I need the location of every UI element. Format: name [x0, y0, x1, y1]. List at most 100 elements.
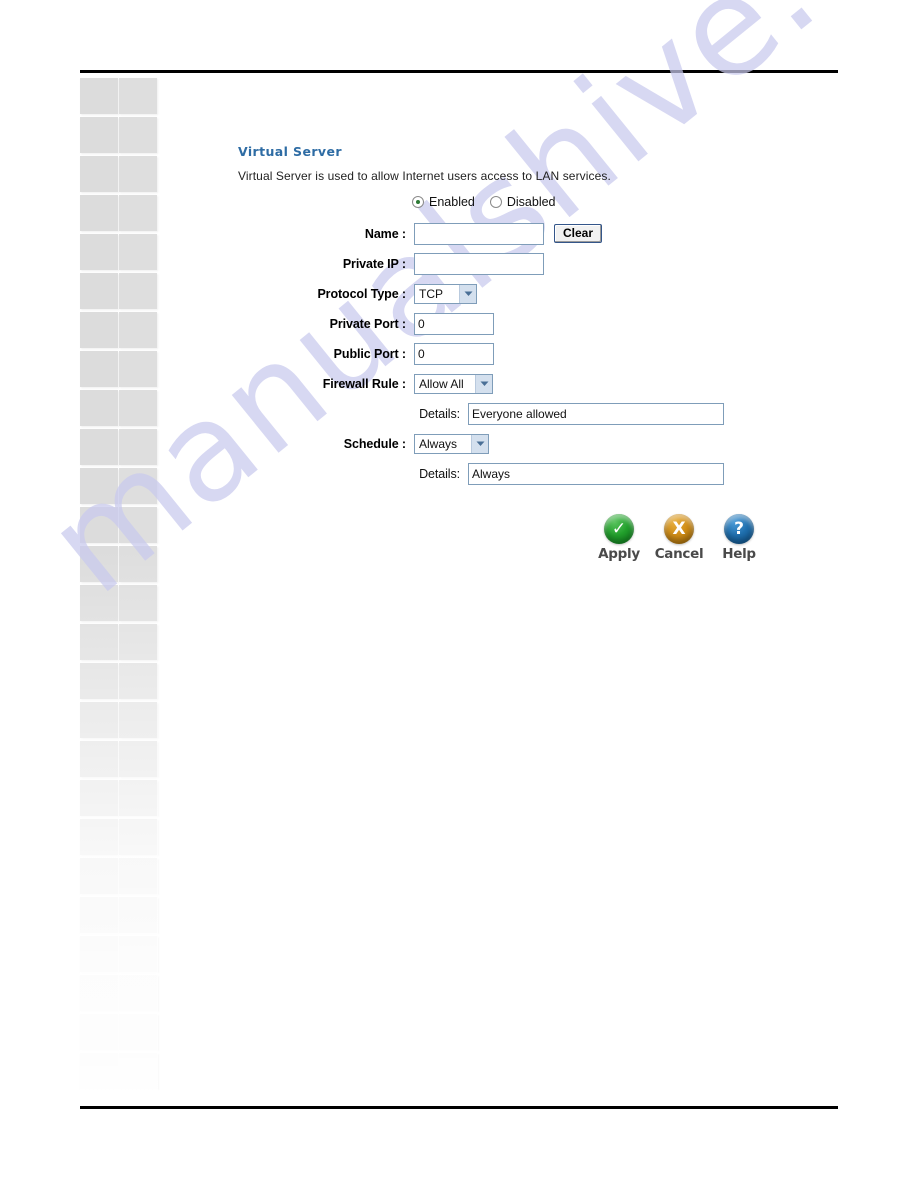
panel-description: Virtual Server is used to allow Internet…	[238, 169, 611, 183]
thumbnail-placeholder	[80, 546, 118, 582]
apply-button[interactable]: ✓ Apply	[596, 514, 642, 562]
firewall-rule-value: Allow All	[419, 376, 464, 391]
thumbnail-row	[80, 585, 158, 624]
name-label: Name :	[364, 226, 406, 241]
public-port-label: Public Port :	[333, 346, 406, 361]
chevron-down-icon	[459, 284, 476, 303]
schedule-label: Schedule :	[343, 436, 406, 451]
thumbnail-placeholder	[119, 468, 157, 504]
page-canvas: manualshive.com Virtual Server Virtual S…	[0, 0, 918, 1188]
thumbnail-placeholder	[119, 897, 157, 933]
radio-enabled-label: Enabled	[429, 195, 475, 209]
thumbnail-row	[80, 156, 158, 195]
apply-button-label: Apply	[598, 546, 640, 562]
thumbnail-placeholder	[119, 351, 157, 387]
chevron-down-icon	[475, 374, 492, 393]
firewall-details-input[interactable]	[468, 402, 724, 425]
row-firewall-details: Details:	[238, 399, 858, 428]
thumbnail-placeholder	[119, 702, 157, 738]
thumbnail-placeholder	[119, 780, 157, 816]
row-name: Name : Clear	[238, 219, 858, 248]
thumbnail-rows	[80, 78, 158, 1092]
help-button[interactable]: ? Help	[716, 514, 762, 562]
row-private-ip: Private IP :	[238, 249, 858, 278]
help-button-label: Help	[722, 546, 756, 562]
thumbnail-placeholder	[80, 468, 118, 504]
thumbnail-placeholder	[80, 78, 118, 114]
public-port-input[interactable]	[414, 342, 494, 365]
thumbnail-placeholder	[80, 858, 118, 894]
thumbnail-placeholder	[80, 975, 118, 1011]
private-ip-input[interactable]	[414, 252, 544, 275]
thumbnail-placeholder	[80, 663, 118, 699]
thumbnail-row	[80, 234, 158, 273]
radio-disabled-label: Disabled	[506, 195, 556, 209]
thumbnail-placeholder	[119, 936, 157, 972]
row-schedule: Schedule : Always	[238, 429, 858, 458]
firewall-rule-select[interactable]: Allow All	[414, 373, 493, 394]
clear-button[interactable]: Clear	[554, 224, 603, 243]
cancel-button[interactable]: X Cancel	[654, 514, 704, 562]
thumbnail-placeholder	[80, 936, 118, 972]
thumbnail-placeholder	[119, 78, 157, 114]
thumbnail-placeholder	[119, 546, 157, 582]
thumbnail-placeholder	[80, 897, 118, 933]
schedule-value: Always	[419, 436, 458, 451]
thumbnail-row	[80, 390, 158, 429]
check-circle-icon: ✓	[604, 514, 634, 544]
thumbnail-row	[80, 624, 158, 663]
thumbnail-row	[80, 741, 158, 780]
thumbnail-placeholder	[119, 312, 157, 348]
thumbnail-placeholder	[119, 624, 157, 660]
thumbnail-row	[80, 858, 158, 897]
thumbnail-placeholder	[119, 1014, 157, 1050]
protocol-type-select[interactable]: TCP	[414, 283, 477, 304]
enable-radio-group: Enabled Disabled	[412, 195, 858, 209]
thumbnail-placeholder	[80, 156, 118, 192]
thumbnail-placeholder	[119, 1053, 157, 1089]
header-rule	[80, 70, 838, 73]
radio-disabled-dot	[489, 196, 502, 208]
thumbnail-placeholder	[80, 429, 118, 465]
radio-disabled[interactable]: Disabled	[489, 195, 556, 209]
thumbnail-row	[80, 78, 158, 117]
thumbnail-row	[80, 780, 158, 819]
footer-rule	[80, 1106, 838, 1109]
thumbnail-row	[80, 117, 158, 156]
page-title: Virtual Server	[238, 144, 342, 159]
thumbnail-placeholder	[80, 702, 118, 738]
thumbnail-row	[80, 351, 158, 390]
thumbnail-placeholder	[80, 1014, 118, 1050]
thumbnail-placeholder	[80, 312, 118, 348]
protocol-type-value: TCP	[419, 286, 443, 301]
firewall-details-label: Details:	[419, 406, 460, 421]
thumbnail-row	[80, 936, 158, 975]
radio-enabled[interactable]: Enabled	[412, 195, 475, 209]
thumbnail-row	[80, 546, 158, 585]
cancel-button-label: Cancel	[654, 546, 704, 562]
thumbnail-placeholder-column	[80, 78, 158, 1102]
question-circle-icon: ?	[724, 514, 754, 544]
thumbnail-row	[80, 819, 158, 858]
schedule-select[interactable]: Always	[414, 433, 489, 454]
thumbnail-placeholder	[80, 624, 118, 660]
action-button-bar: ✓ Apply X Cancel ? Help	[596, 514, 858, 562]
name-input[interactable]	[414, 222, 544, 245]
thumbnail-placeholder	[80, 507, 118, 543]
row-public-port: Public Port :	[238, 339, 858, 368]
private-ip-label: Private IP :	[342, 256, 406, 271]
thumbnail-placeholder	[80, 585, 118, 621]
private-port-input[interactable]	[414, 312, 494, 335]
thumbnail-row	[80, 663, 158, 702]
schedule-details-input[interactable]	[468, 462, 724, 485]
row-firewall-rule: Firewall Rule : Allow All	[238, 369, 858, 398]
row-private-port: Private Port :	[238, 309, 858, 338]
schedule-details-label: Details:	[419, 466, 460, 481]
thumbnail-placeholder	[119, 858, 157, 894]
x-circle-icon: X	[664, 514, 694, 544]
thumbnail-placeholder	[119, 741, 157, 777]
thumbnail-placeholder	[119, 117, 157, 153]
thumbnail-row	[80, 975, 158, 1014]
thumbnail-row	[80, 1014, 158, 1053]
thumbnail-placeholder	[80, 234, 118, 270]
